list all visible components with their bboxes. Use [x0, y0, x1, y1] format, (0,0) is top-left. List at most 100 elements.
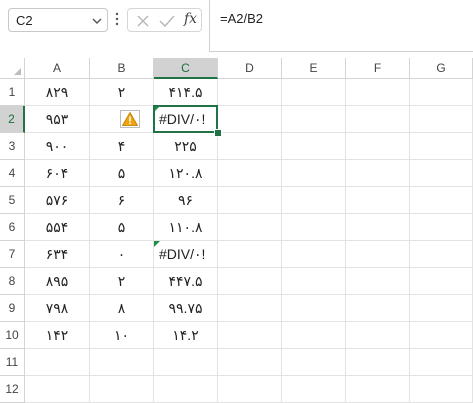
- cell-b5[interactable]: ۶: [90, 187, 154, 214]
- cell-d7[interactable]: [218, 241, 282, 268]
- cell-a7[interactable]: ۶۳۴: [25, 241, 90, 268]
- cell-g7[interactable]: [410, 241, 473, 268]
- insert-function-icon[interactable]: fx: [184, 11, 197, 27]
- row-header-3[interactable]: 3: [0, 133, 25, 160]
- cell-d1[interactable]: [218, 79, 282, 106]
- column-header-g[interactable]: G: [410, 58, 473, 79]
- cell-b4[interactable]: ۵: [90, 160, 154, 187]
- row-header-8[interactable]: 8: [0, 268, 25, 295]
- cell-g12[interactable]: [410, 376, 473, 403]
- cell-g3[interactable]: [410, 133, 473, 160]
- cell-e5[interactable]: [282, 187, 346, 214]
- cell-b8[interactable]: ۲: [90, 268, 154, 295]
- cell-d4[interactable]: [218, 160, 282, 187]
- cell-d8[interactable]: [218, 268, 282, 295]
- row-header-5[interactable]: 5: [0, 187, 25, 214]
- cell-b7[interactable]: ۰: [90, 241, 154, 268]
- cell-b10[interactable]: ۱۰: [90, 322, 154, 349]
- cell-c8[interactable]: ۴۴۷.۵: [154, 268, 218, 295]
- cell-a11[interactable]: [25, 349, 90, 376]
- cell-f3[interactable]: [346, 133, 410, 160]
- cell-c3[interactable]: ۲۲۵: [154, 133, 218, 160]
- cell-f5[interactable]: [346, 187, 410, 214]
- cell-f1[interactable]: [346, 79, 410, 106]
- cell-g11[interactable]: [410, 349, 473, 376]
- column-header-a[interactable]: A: [25, 58, 90, 79]
- cell-e7[interactable]: [282, 241, 346, 268]
- cell-b11[interactable]: [90, 349, 154, 376]
- cell-d10[interactable]: [218, 322, 282, 349]
- cell-b12[interactable]: [90, 376, 154, 403]
- cell-d5[interactable]: [218, 187, 282, 214]
- formula-input[interactable]: =A2/B2: [209, 0, 473, 52]
- cell-f6[interactable]: [346, 214, 410, 241]
- column-header-c[interactable]: C: [154, 58, 218, 79]
- row-header-9[interactable]: 9: [0, 295, 25, 322]
- cell-f8[interactable]: [346, 268, 410, 295]
- row-header-7[interactable]: 7: [0, 241, 25, 268]
- row-header-4[interactable]: 4: [0, 160, 25, 187]
- fill-handle[interactable]: [214, 129, 222, 137]
- cell-a4[interactable]: ۶۰۴: [25, 160, 90, 187]
- row-header-10[interactable]: 10: [0, 322, 25, 349]
- error-options-button[interactable]: [120, 110, 140, 128]
- cell-a6[interactable]: ۵۵۴: [25, 214, 90, 241]
- enter-check-icon[interactable]: [159, 14, 175, 28]
- cancel-icon[interactable]: [136, 14, 150, 28]
- cell-b3[interactable]: ۴: [90, 133, 154, 160]
- cell-c6[interactable]: ۱۱۰.۸: [154, 214, 218, 241]
- cell-b6[interactable]: ۵: [90, 214, 154, 241]
- cell-f10[interactable]: [346, 322, 410, 349]
- cell-d6[interactable]: [218, 214, 282, 241]
- cell-g10[interactable]: [410, 322, 473, 349]
- cell-f11[interactable]: [346, 349, 410, 376]
- cell-e1[interactable]: [282, 79, 346, 106]
- cell-a8[interactable]: ۸۹۵: [25, 268, 90, 295]
- cell-g2[interactable]: [410, 106, 473, 133]
- cell-e6[interactable]: [282, 214, 346, 241]
- column-header-d[interactable]: D: [218, 58, 282, 79]
- cell-d12[interactable]: [218, 376, 282, 403]
- cell-e9[interactable]: [282, 295, 346, 322]
- cell-g9[interactable]: [410, 295, 473, 322]
- row-header-11[interactable]: 11: [0, 349, 25, 376]
- cell-f9[interactable]: [346, 295, 410, 322]
- cell-e11[interactable]: [282, 349, 346, 376]
- cell-c2[interactable]: #DIV/۰!: [154, 106, 218, 133]
- cell-a9[interactable]: ۷۹۸: [25, 295, 90, 322]
- cell-d11[interactable]: [218, 349, 282, 376]
- cell-c7[interactable]: #DIV/۰!: [154, 241, 218, 268]
- row-header-1[interactable]: 1: [0, 79, 25, 106]
- cell-a3[interactable]: ۹۰۰: [25, 133, 90, 160]
- cell-g5[interactable]: [410, 187, 473, 214]
- cell-c4[interactable]: ۱۲۰.۸: [154, 160, 218, 187]
- cell-e12[interactable]: [282, 376, 346, 403]
- cell-a1[interactable]: ۸۲۹: [25, 79, 90, 106]
- cell-c12[interactable]: [154, 376, 218, 403]
- cell-d9[interactable]: [218, 295, 282, 322]
- column-header-b[interactable]: B: [90, 58, 154, 79]
- cell-e2[interactable]: [282, 106, 346, 133]
- cell-c9[interactable]: ۹۹.۷۵: [154, 295, 218, 322]
- cell-e4[interactable]: [282, 160, 346, 187]
- cell-a10[interactable]: ۱۴۲: [25, 322, 90, 349]
- column-header-f[interactable]: F: [346, 58, 410, 79]
- cell-g8[interactable]: [410, 268, 473, 295]
- cell-g4[interactable]: [410, 160, 473, 187]
- cell-d2[interactable]: [218, 106, 282, 133]
- cell-b1[interactable]: ۲: [90, 79, 154, 106]
- cell-f7[interactable]: [346, 241, 410, 268]
- cell-c1[interactable]: ۴۱۴.۵: [154, 79, 218, 106]
- cell-g6[interactable]: [410, 214, 473, 241]
- cell-c10[interactable]: ۱۴.۲: [154, 322, 218, 349]
- cell-c5[interactable]: ۹۶: [154, 187, 218, 214]
- cell-a5[interactable]: ۵۷۶: [25, 187, 90, 214]
- cell-a2[interactable]: ۹۵۳: [25, 106, 90, 133]
- more-options-icon[interactable]: [115, 11, 119, 27]
- cell-f12[interactable]: [346, 376, 410, 403]
- select-all-button[interactable]: [0, 58, 25, 79]
- row-header-2[interactable]: 2: [0, 106, 25, 133]
- cell-c11[interactable]: [154, 349, 218, 376]
- cell-e10[interactable]: [282, 322, 346, 349]
- chevron-down-icon[interactable]: [92, 16, 102, 26]
